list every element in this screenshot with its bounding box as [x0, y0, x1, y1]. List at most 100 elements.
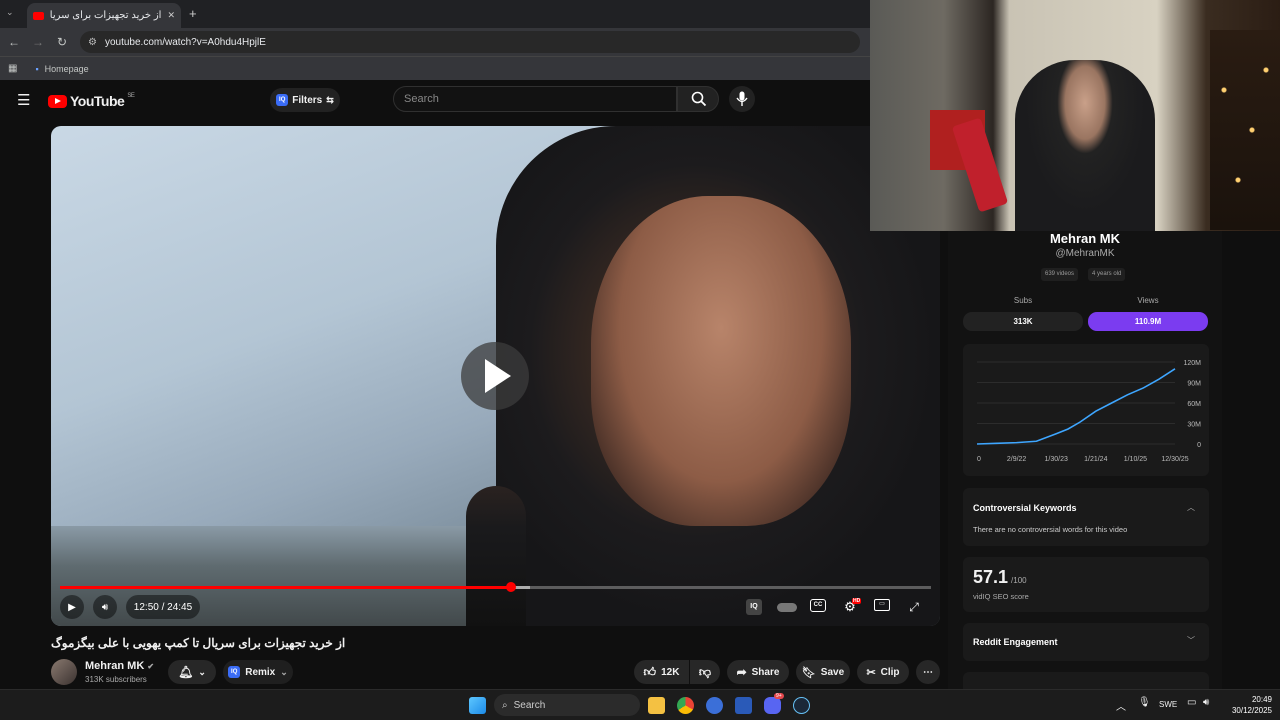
new-tab-button[interactable]: +: [189, 6, 197, 21]
bell-icon: 🔔︎: [178, 665, 194, 679]
reload-icon[interactable]: ↻: [50, 35, 74, 49]
autoplay-toggle[interactable]: [777, 603, 797, 612]
captions-icon[interactable]: CC: [810, 599, 826, 612]
filters-label: Filters: [292, 94, 323, 106]
next-card: [963, 672, 1209, 689]
discord-icon[interactable]: [764, 697, 781, 714]
vidiq-filters-button[interactable]: IQ Filters ⇆: [270, 88, 340, 112]
like-button[interactable]: 👍︎ 12K: [634, 660, 689, 684]
tray-chevron-up-icon[interactable]: ︿: [1116, 698, 1126, 713]
y-tick-label: 120M: [1183, 360, 1201, 367]
bookmark-homepage[interactable]: Homepage: [45, 64, 89, 74]
voice-search-button[interactable]: [729, 86, 755, 112]
taskbar-search-box[interactable]: ⌕ Search: [494, 694, 640, 716]
taskbar-search-label: Search: [513, 699, 546, 711]
hd-badge: HD: [852, 598, 862, 604]
channel-name-text: Mehran MK: [85, 660, 145, 672]
play-icon: ▶: [68, 601, 76, 613]
fullscreen-icon[interactable]: ⤢: [906, 599, 922, 615]
steam-icon[interactable]: [793, 697, 810, 714]
x-tick-label: 12/30/25: [1161, 456, 1188, 463]
share-arrow-icon: ➦: [736, 665, 747, 679]
save-button[interactable]: 🔖︎ Save: [796, 660, 850, 684]
network-monitor-icon[interactable]: ▭: [1187, 697, 1196, 708]
more-actions-button[interactable]: ⋯: [916, 660, 940, 684]
forward-arrow-icon[interactable]: →: [26, 35, 50, 49]
channel-avatar[interactable]: [51, 659, 77, 685]
search-icon: [691, 91, 707, 107]
reddit-engagement-card[interactable]: Reddit Engagement ﹀: [963, 623, 1209, 661]
bookmarks-bar: ▦ ▪ Homepage: [0, 56, 870, 80]
vidiq-icon: IQ: [228, 666, 241, 678]
tab-list-chevron-icon[interactable]: ⌄: [6, 7, 14, 18]
volume-button[interactable]: 🔊︎: [93, 595, 117, 619]
dislike-button[interactable]: 👎︎: [690, 660, 720, 684]
subs-stat-tab[interactable]: 313K: [963, 312, 1083, 331]
chevron-down-icon[interactable]: ﹀: [1187, 635, 1195, 646]
share-label: Share: [751, 666, 780, 678]
logo-region: SE: [127, 93, 135, 99]
notifications-button[interactable]: 🔔︎ ⌄: [168, 660, 216, 684]
clock-time: 20:49: [1251, 695, 1272, 704]
back-arrow-icon[interactable]: ←: [2, 35, 26, 49]
taskbar-clock[interactable]: 20:49 30/12/2025: [1232, 694, 1272, 716]
tray-mic-icon[interactable]: 🎙︎: [1138, 697, 1151, 708]
video-title: از خرید تجهیزات برای سریال تا کمپ یهویی …: [51, 636, 346, 650]
controversial-keywords-card[interactable]: Controversial Keywords ︿ There are no co…: [963, 488, 1209, 546]
progress-bar[interactable]: [60, 582, 931, 592]
volume-tray-icon[interactable]: 🔊︎: [1203, 697, 1209, 708]
app-icon-blue-square[interactable]: [735, 697, 752, 714]
chevron-up-icon[interactable]: ︿: [1187, 502, 1195, 513]
url-text: youtube.com/watch?v=A0hdu4HpjlE: [104, 36, 266, 48]
video-frame-person-face: [591, 196, 851, 526]
controversial-keywords-title: Controversial Keywords: [973, 503, 1077, 513]
close-tab-icon[interactable]: ✕: [167, 10, 175, 21]
windows-taskbar: ⌕ Search 9+ ︿ 🎙︎ SWE ▭ 🔊︎ 20:49 30/12/20…: [0, 689, 1280, 720]
video-count-tag: 639 videos: [1041, 268, 1079, 281]
remix-button[interactable]: IQ Remix ⌄: [223, 660, 293, 684]
verified-check-icon: ✔: [147, 662, 155, 671]
apps-grid-icon[interactable]: ▦: [8, 63, 17, 74]
views-chart-card: 120M 90M 60M 30M 0 0 2/9/22 1/30/23 1/21/24 1/10/…: [963, 344, 1209, 476]
more-dots-icon: ⋯: [923, 666, 933, 678]
clip-button[interactable]: ✂ Clip: [857, 660, 909, 684]
browser-tab-active[interactable]: از خرید تجهیزات برای سریال تا ک... ✕: [27, 3, 181, 28]
x-tick-label: 1/30/23: [1045, 456, 1068, 463]
search-button[interactable]: [677, 86, 719, 112]
y-tick-label: 60M: [1187, 401, 1201, 408]
video-player[interactable]: ▶ 🔊︎ 12:50 / 24:45 IQ CC ⚙ HD ▭ ⤢: [51, 126, 940, 626]
video-frame-background-person: [466, 486, 526, 626]
remix-label: Remix: [245, 666, 276, 678]
youtube-play-logo-icon: [48, 94, 67, 108]
language-indicator[interactable]: SWE: [1159, 700, 1177, 709]
file-explorer-icon[interactable]: [648, 697, 665, 714]
app-icon-blue-circle[interactable]: [706, 697, 723, 714]
big-play-button[interactable]: [461, 342, 529, 410]
vidiq-player-icon[interactable]: IQ: [746, 599, 762, 615]
views-stat-tab[interactable]: 110.9M: [1088, 312, 1208, 331]
address-bar[interactable]: ⚙ youtube.com/watch?v=A0hdu4HpjlE: [80, 31, 860, 53]
channel-name[interactable]: Mehran MK ✔: [85, 660, 154, 672]
like-count: 12K: [661, 666, 680, 678]
chrome-icon[interactable]: [677, 697, 694, 714]
youtube-logo[interactable]: YouTube SE: [48, 93, 135, 109]
x-tick-label: 1/21/24: [1084, 456, 1107, 463]
views-series-line: [976, 368, 1176, 445]
browser-tab-bar: ⌄ از خرید تجهیزات برای سریال تا ک... ✕ +: [0, 0, 870, 28]
share-button[interactable]: ➦ Share: [727, 660, 789, 684]
miniplayer-icon[interactable]: ▭: [874, 599, 890, 611]
windows-start-icon[interactable]: [469, 697, 486, 714]
volume-icon: 🔊︎: [101, 601, 109, 613]
subscriber-count: 313K subscribers: [85, 675, 147, 684]
controversial-keywords-text: There are no controversial words for thi…: [973, 525, 1128, 534]
site-info-icon[interactable]: ⚙: [88, 37, 97, 48]
thumbs-up-icon: 👍︎: [643, 664, 657, 679]
thumbs-down-icon: 👎︎: [698, 664, 712, 679]
discord-notification-badge: 9+: [774, 693, 784, 699]
views-line-chart: 120M 90M 60M 30M 0 0 2/9/22 1/30/23 1/21/24 1/10/…: [976, 360, 1201, 463]
play-button[interactable]: ▶: [60, 595, 84, 619]
seo-score-value: 57.1: [973, 567, 1009, 587]
youtube-favicon-icon: [33, 11, 44, 20]
hamburger-menu-icon[interactable]: ☰: [17, 91, 30, 109]
search-input[interactable]: Search: [393, 86, 677, 112]
